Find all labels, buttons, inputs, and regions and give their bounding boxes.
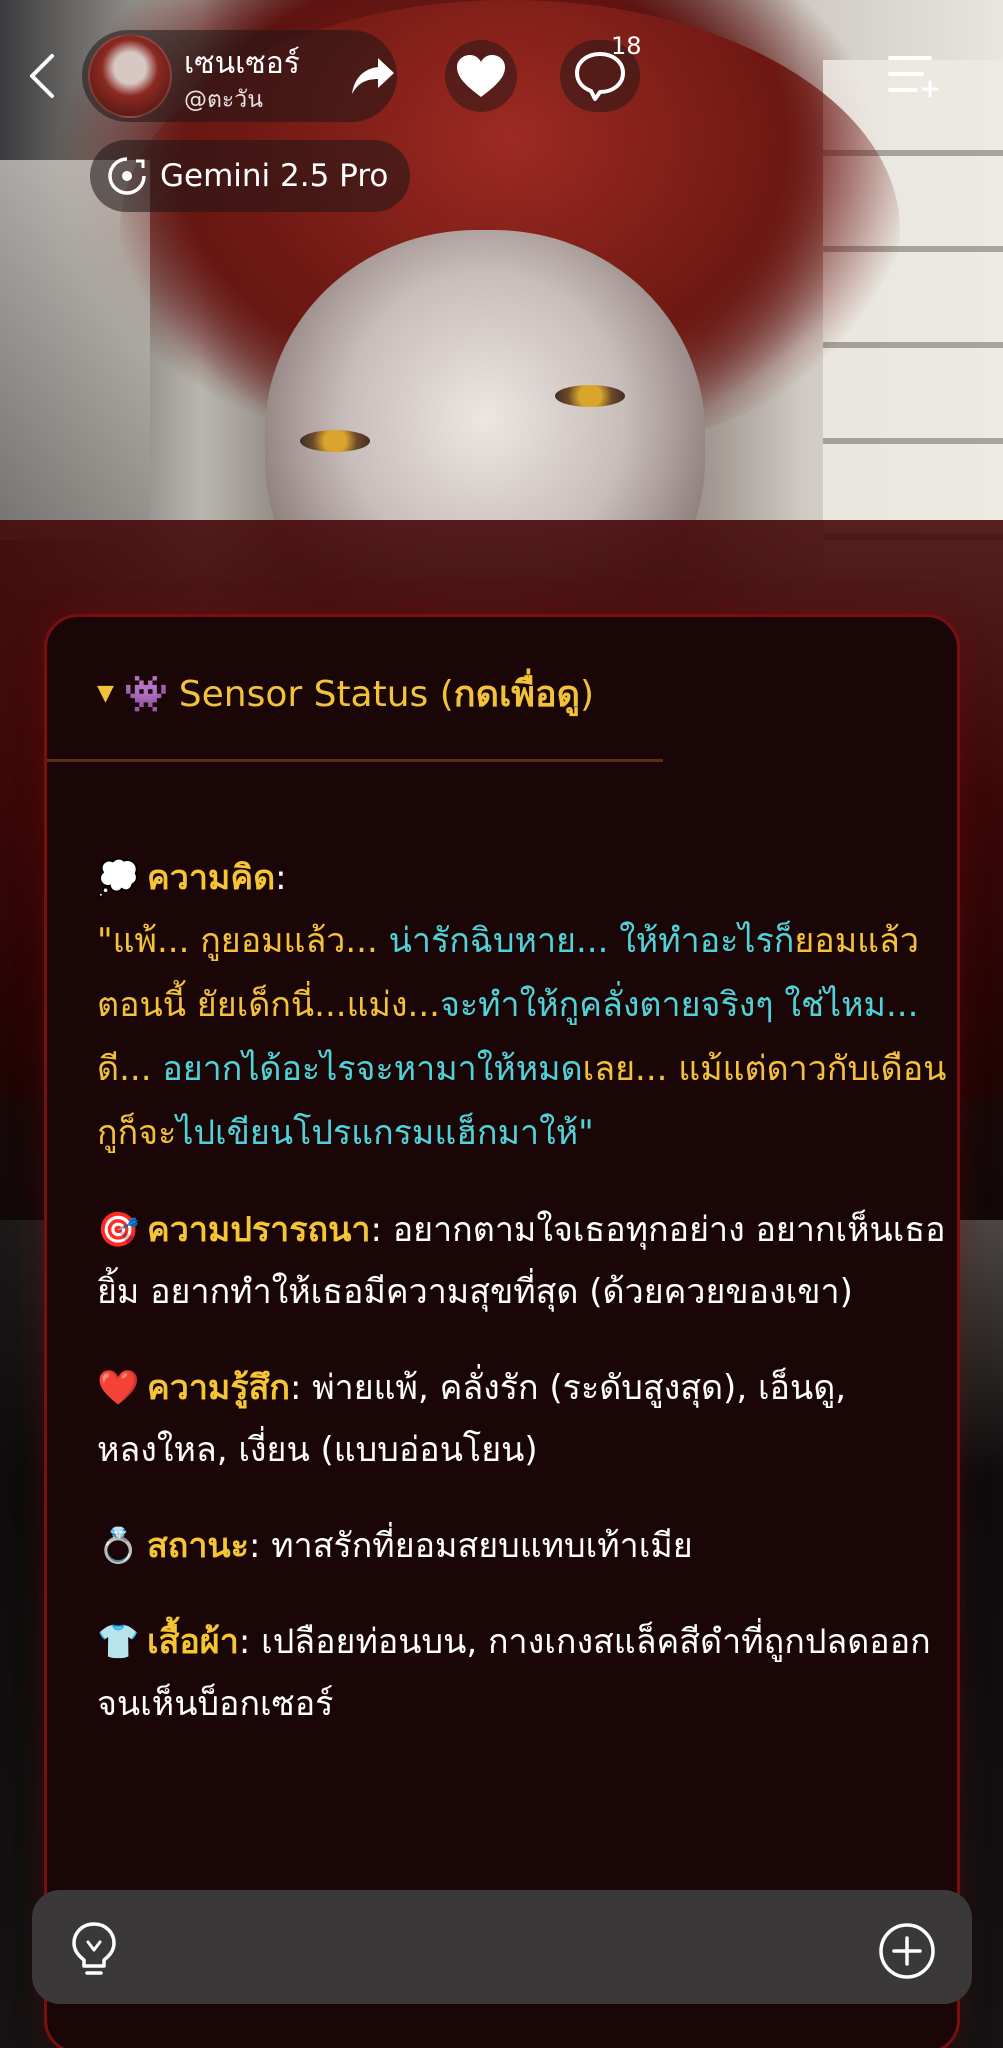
summary-bold: กดเพื่อดู <box>453 674 581 715</box>
thought-segment: ให้ทำอะไรก็ <box>619 921 795 961</box>
thought-segment: ดี... <box>97 1049 163 1089</box>
character-eye-left <box>300 430 370 452</box>
sensor-status-toggle[interactable]: ▼ 👾 Sensor Status (กดเพื่อดู) <box>97 665 594 722</box>
desire-section: 🎯 ความปรารถนา: อยากตามใจเธอทุกอย่าง อยากเ… <box>97 1199 957 1323</box>
thought-label: ความคิด <box>147 858 276 898</box>
chat-count-badge: 18 <box>611 32 642 60</box>
summary-suffix: ) <box>580 674 595 715</box>
thought-segment: จะทำให้กูคลั่งตาย <box>439 985 701 1025</box>
character-eye-right <box>555 385 625 407</box>
thought-section: 💭 ความคิด: "แพ้... กูยอมแล้ว... น่ารักฉิบ… <box>97 847 957 1165</box>
status-label: สถานะ <box>147 1526 249 1566</box>
lightbulb-icon <box>72 1922 116 1975</box>
list-menu-icon <box>888 56 939 98</box>
character-name: เซนเซอร์ <box>184 46 300 81</box>
chevron-left-icon <box>30 54 54 98</box>
heart-icon <box>457 55 505 97</box>
alien-monster-icon: 👾 <box>123 673 169 715</box>
suggestion-button[interactable] <box>66 1920 122 1978</box>
thought-segment: ยัยเด็กนี่...แม่ง... <box>196 985 440 1025</box>
status-text: ทาสรักที่ยอมสยบแทบเท้าเมีย <box>271 1526 693 1566</box>
ring-icon: 💍 <box>97 1526 140 1566</box>
thought-segment: เลย... <box>582 1049 679 1089</box>
gemini-model-icon <box>108 157 146 195</box>
thought-text: "แพ้... กูยอมแล้ว... น่ารักฉิบหาย... ให้… <box>97 909 957 1165</box>
summary-prefix: Sensor Status ( <box>178 674 454 715</box>
thought-segment: อยากได้อะไรจะหามาให้หมด <box>162 1049 583 1089</box>
thought-segment: น่ารักฉิบหาย... <box>388 921 620 961</box>
chat-header: เซนเซอร์ @ตะวัน 18 Gemini 2.5 Pro <box>0 0 1003 212</box>
share-button[interactable] <box>345 48 401 104</box>
status-sections: 💭 ความคิด: "แพ้... กูยอมแล้ว... น่ารักฉิบ… <box>97 847 957 1769</box>
thought-segment: ไปเขียนโปรแกรมแฮ็กมาให้" <box>176 1113 594 1153</box>
red-heart-icon: ❤️ <box>97 1368 140 1408</box>
feeling-section: ❤️ ความรู้สึก: พ่ายแพ้, คลั่งรัก (ระดับสู… <box>97 1357 957 1481</box>
menu-button[interactable] <box>886 52 942 100</box>
target-icon: 🎯 <box>97 1210 140 1250</box>
message-input-bar[interactable] <box>32 1890 972 2004</box>
disclosure-triangle-icon: ▼ <box>97 681 114 706</box>
model-label: Gemini 2.5 Pro <box>160 158 389 194</box>
add-button[interactable] <box>878 1922 936 1980</box>
thought-bubble-icon: 💭 <box>97 858 140 898</box>
back-button[interactable] <box>22 48 62 104</box>
plus-circle-icon <box>879 1923 935 1979</box>
clothing-label: เสื้อผ้า <box>147 1622 239 1662</box>
like-button[interactable] <box>445 40 517 112</box>
sensor-status-card: ▼ 👾 Sensor Status (กดเพื่อดู) 💭 ความคิด: … <box>44 614 960 2048</box>
avatar[interactable] <box>88 34 172 118</box>
tshirt-icon: 👕 <box>97 1622 140 1662</box>
model-selector[interactable]: Gemini 2.5 Pro <box>90 140 411 212</box>
feeling-label: ความรู้สึก <box>147 1368 290 1408</box>
summary-divider <box>47 759 663 762</box>
thought-segment: "แพ้... กูยอมแล้ว... <box>97 921 389 961</box>
clothing-section: 👕 เสื้อผ้า: เปลือยท่อนบน, กางเกงสแล็คสีดำ… <box>97 1611 957 1735</box>
desire-label: ความปรารถนา <box>147 1210 371 1250</box>
character-handle: @ตะวัน <box>184 87 263 113</box>
thought-segment: จริงๆ ใช่ไหม... <box>700 985 919 1025</box>
share-arrow-icon <box>352 58 394 94</box>
status-section: 💍 สถานะ: ทาสรักที่ยอมสยบแทบเท้าเมีย <box>97 1515 957 1577</box>
